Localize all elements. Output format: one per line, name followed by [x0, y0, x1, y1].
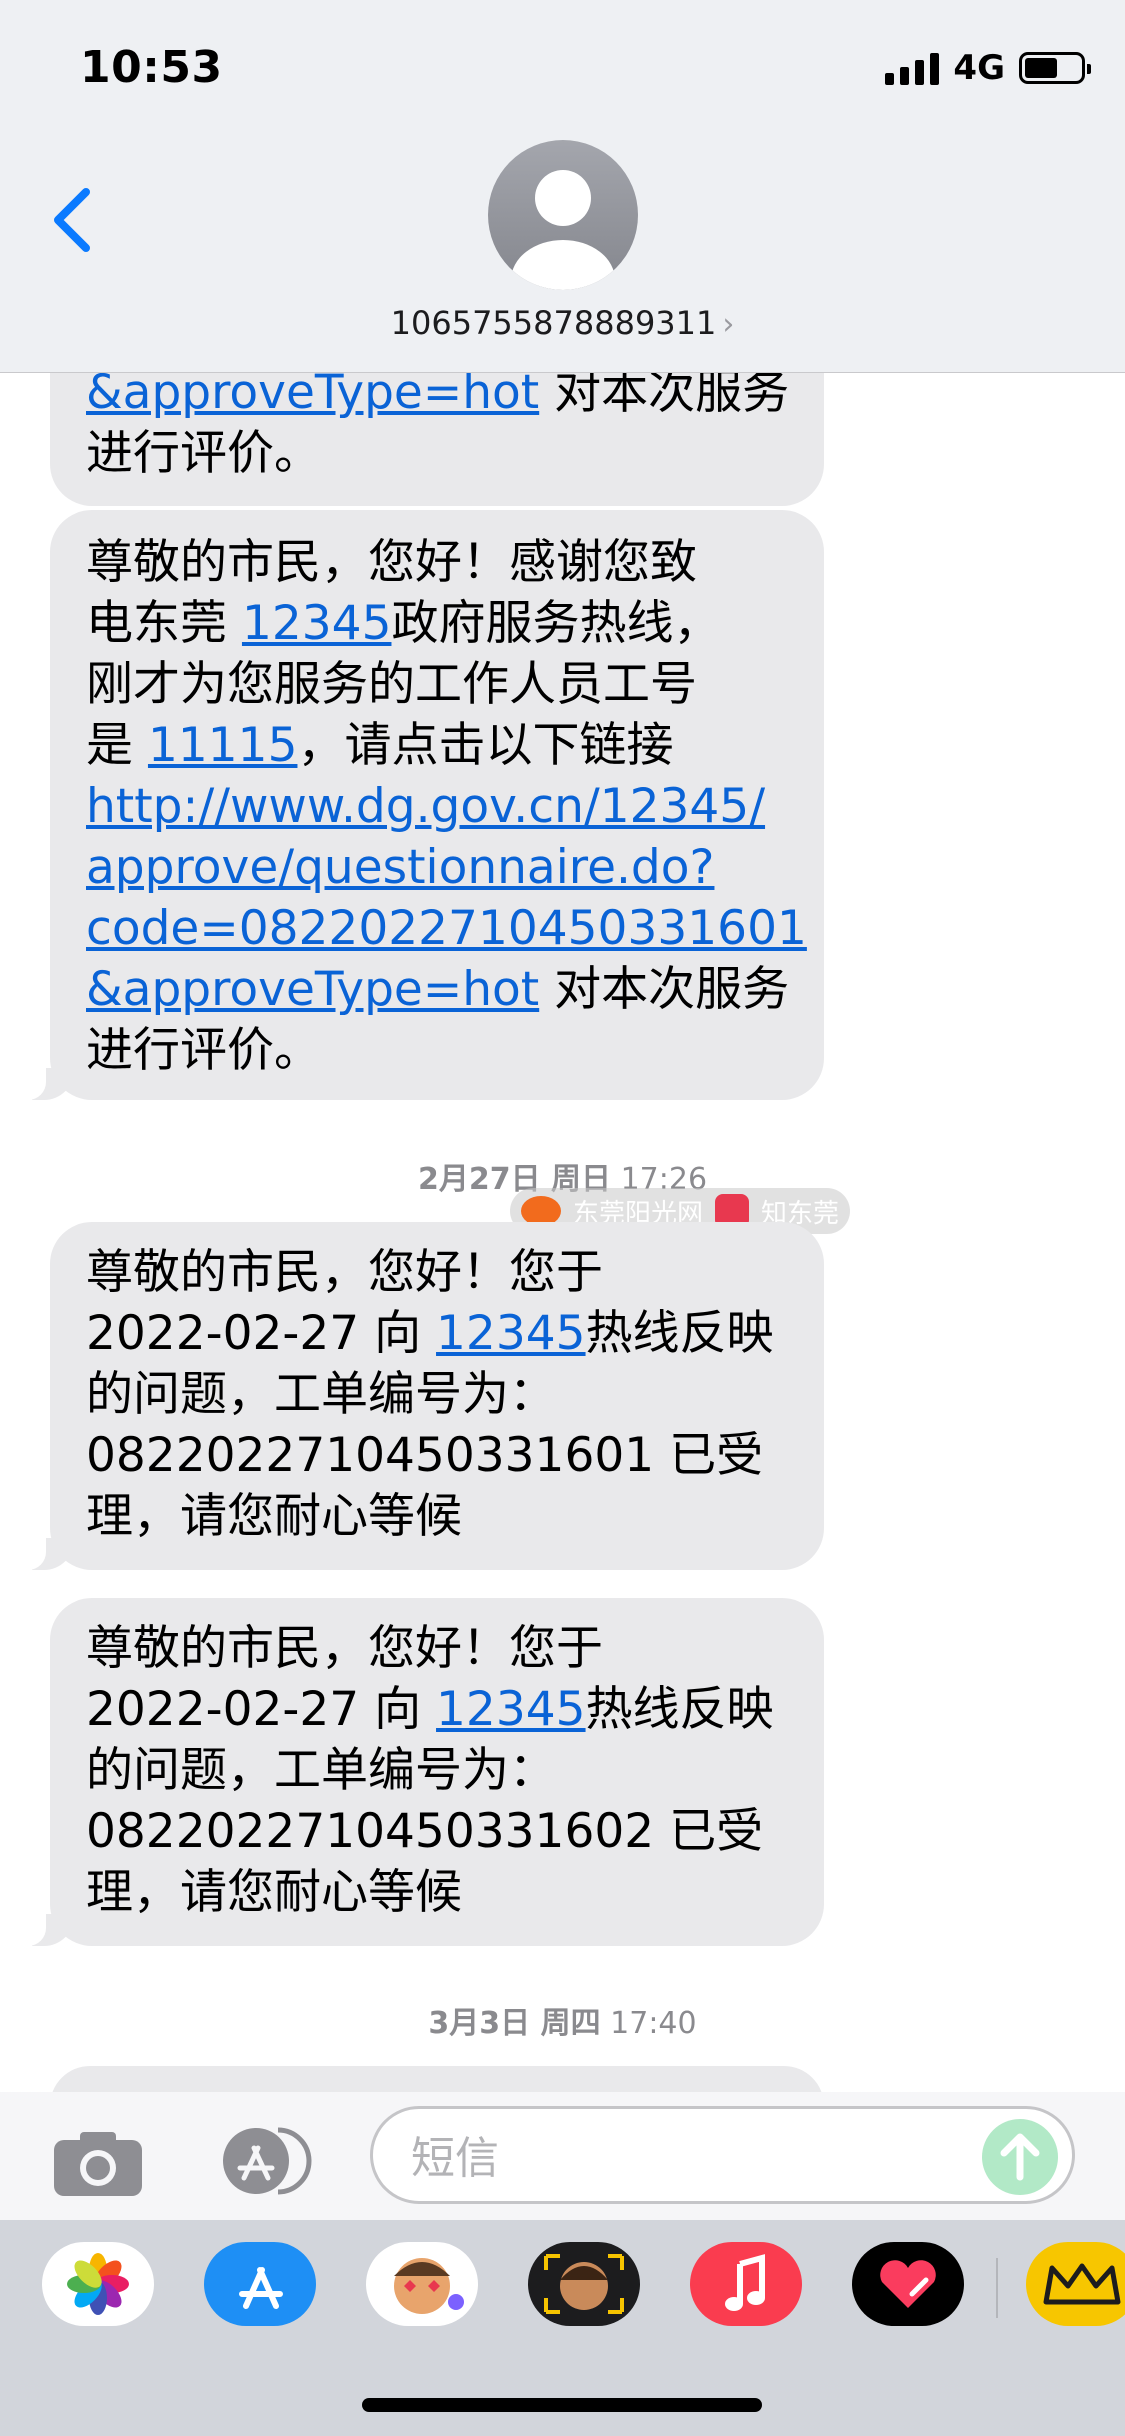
message-line: 尊敬的市民，您好！您于	[86, 1245, 603, 1300]
message-line: 尊敬的市民，您好！您于	[86, 1621, 603, 1676]
strip-divider	[996, 2258, 998, 2318]
person-icon	[511, 170, 615, 290]
phone-link[interactable]: 12345	[436, 1306, 586, 1361]
photos-icon	[67, 2253, 129, 2315]
partial-app-button[interactable]	[1026, 2242, 1125, 2326]
message-line: &approveType=hot 对本次服务	[86, 962, 790, 1017]
contact-name-row[interactable]: 1065755878889311 ›	[0, 304, 1125, 342]
camera-icon	[54, 2132, 142, 2196]
phone-link[interactable]: 11115	[148, 718, 298, 773]
message-line: 理，请您耐心等候	[86, 1865, 462, 1920]
url-link[interactable]: http://www.dg.gov.cn/12345/	[86, 776, 788, 837]
home-indicator[interactable]	[362, 2398, 762, 2412]
cellular-signal-icon	[885, 51, 940, 85]
message-bubble[interactable]: 尊敬的市民，您好！您于 2022-02-27 向 12345热线反映 的问题，工…	[50, 1222, 824, 1570]
battery-icon	[1019, 52, 1091, 84]
bubble-tail	[18, 1912, 74, 1946]
message-timestamp: 3月3日 周四 17:40	[428, 2006, 697, 2041]
app-store-app-button[interactable]	[204, 2242, 316, 2326]
message-line: 理，请您耐心等候	[86, 1489, 462, 1544]
contact-avatar[interactable]	[488, 140, 638, 290]
chevron-right-icon: ›	[722, 307, 735, 342]
phone-link[interactable]: 12345	[242, 596, 392, 651]
memoji-stickers-app-button[interactable]	[366, 2242, 478, 2326]
message-line: 0822022710450331601 已受	[86, 1428, 764, 1483]
message-line: 0822022710450331602 已受	[86, 1804, 764, 1859]
camera-button[interactable]	[52, 2128, 144, 2198]
url-link[interactable]: &approveType=hot	[86, 962, 539, 1017]
message-composer	[0, 2092, 1125, 2220]
message-input[interactable]	[409, 2127, 973, 2189]
imessage-app-strip	[0, 2220, 1125, 2436]
send-button[interactable]	[982, 2119, 1058, 2195]
status-time: 10:53	[80, 42, 223, 93]
bubble-tail	[18, 1536, 74, 1570]
animoji-app-button[interactable]	[528, 2242, 640, 2326]
conversation-header: 10:53 4G 1065755878889311 ›	[0, 0, 1125, 373]
arrow-up-icon	[1000, 2133, 1040, 2181]
message-link[interactable]: &approveType=hot	[86, 365, 539, 420]
message-line: 电东莞 12345政府服务热线，	[86, 596, 721, 651]
message-line: 尊敬的市民，您好！感谢您致	[86, 535, 697, 590]
url-link[interactable]: code=0822022710450331601	[86, 898, 807, 959]
message-line: 进行评价。	[86, 1023, 321, 1078]
back-button[interactable]	[44, 180, 104, 260]
message-bubble[interactable]: 尊敬的市民，您好！感谢您致 电东莞 12345政府服务热线， 刚才为您服务的工作…	[50, 510, 824, 1100]
contact-number: 1065755878889311	[390, 304, 717, 342]
phone-link[interactable]: 12345	[436, 1682, 586, 1737]
bubble-tail	[18, 1066, 74, 1100]
message-bubble[interactable]: 尊敬的市民，您好！您于 2022-02-27 向 12345热线反映 的问题，工…	[50, 1598, 824, 1946]
status-indicators: 4G	[885, 48, 1091, 88]
music-note-icon	[725, 2254, 765, 2311]
message-line: 2022-02-27 向 12345热线反映	[86, 1682, 774, 1737]
memoji-stickers-icon	[394, 2258, 464, 2314]
message-line: 是 11115，请点击以下链接	[86, 718, 674, 773]
app-drawer-button[interactable]	[208, 2124, 320, 2198]
message-line: 刚才为您服务的工作人员工号	[86, 657, 697, 712]
message-line: 的问题，工单编号为：	[86, 1367, 556, 1422]
app-store-icon	[239, 2267, 283, 2309]
crown-icon	[1043, 2263, 1121, 2305]
message-line: 的问题，工单编号为：	[86, 1743, 556, 1798]
message-line: 2022-02-27 向 12345热线反映	[86, 1306, 774, 1361]
message-text-field[interactable]	[370, 2106, 1075, 2204]
message-line: 进行评价。	[86, 426, 321, 481]
heart-icon	[880, 2260, 936, 2308]
digital-touch-app-button[interactable]	[852, 2242, 964, 2326]
url-link[interactable]: approve/questionnaire.do?	[86, 837, 788, 898]
app-store-icon	[223, 2127, 312, 2195]
photos-app-button[interactable]	[42, 2242, 154, 2326]
music-app-button[interactable]	[690, 2242, 802, 2326]
network-type: 4G	[953, 48, 1005, 88]
animoji-icon	[544, 2254, 624, 2314]
chevron-left-icon	[54, 188, 90, 252]
